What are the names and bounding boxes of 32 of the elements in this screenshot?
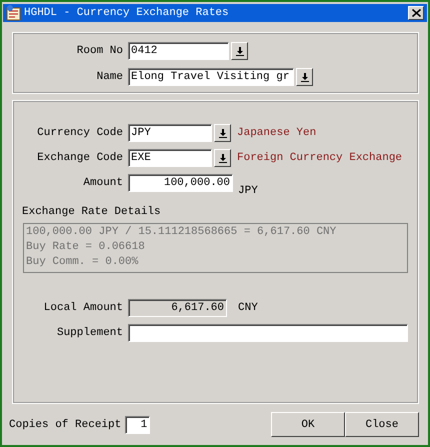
dropdown-icon[interactable] (214, 124, 231, 142)
window-title: HGHDL - Currency Exchange Rates (24, 7, 230, 19)
name-field[interactable]: Elong Travel Visiting gr (128, 68, 294, 86)
amount-field[interactable]: 100,000.00 (128, 174, 233, 192)
app-icon (6, 5, 22, 21)
currency-code-field[interactable]: JPY (128, 124, 212, 142)
field-label: Local Amount (42, 302, 124, 314)
exchange-code-field[interactable]: EXE (128, 149, 212, 167)
dropdown-icon[interactable] (231, 42, 248, 60)
field-label: Exchange Code (36, 152, 124, 164)
close-button[interactable]: Close (345, 412, 419, 437)
detail-line: Buy Comm. = 0.00% (26, 256, 140, 268)
dropdown-icon[interactable] (214, 149, 231, 167)
field-label: Room No (76, 45, 124, 57)
close-icon[interactable] (408, 6, 424, 20)
section-title: Exchange Rate Details (22, 206, 162, 218)
currency-unit: JPY (238, 185, 258, 197)
supplement-field[interactable] (128, 324, 408, 342)
field-label: Name (96, 71, 124, 83)
currency-description: Japanese Yen (237, 127, 316, 139)
copies-field[interactable]: 1 (125, 416, 150, 434)
detail-line: Buy Rate = 0.06618 (26, 241, 146, 253)
field-label: Supplement (56, 327, 124, 339)
exchange-description: Foreign Currency Exchange (237, 152, 402, 164)
room-number-field[interactable]: 0412 (128, 42, 229, 60)
detail-line: 100,000.00 JPY / 15.111218568665 = 6,617.60 CNY (26, 226, 338, 238)
field-label: Copies of Receipt (9, 418, 122, 430)
dropdown-icon[interactable] (296, 68, 313, 86)
ok-button[interactable]: OK (271, 412, 345, 437)
field-label: Currency Code (36, 127, 124, 139)
currency-unit: CNY (238, 302, 258, 314)
field-label: Amount (82, 177, 124, 189)
